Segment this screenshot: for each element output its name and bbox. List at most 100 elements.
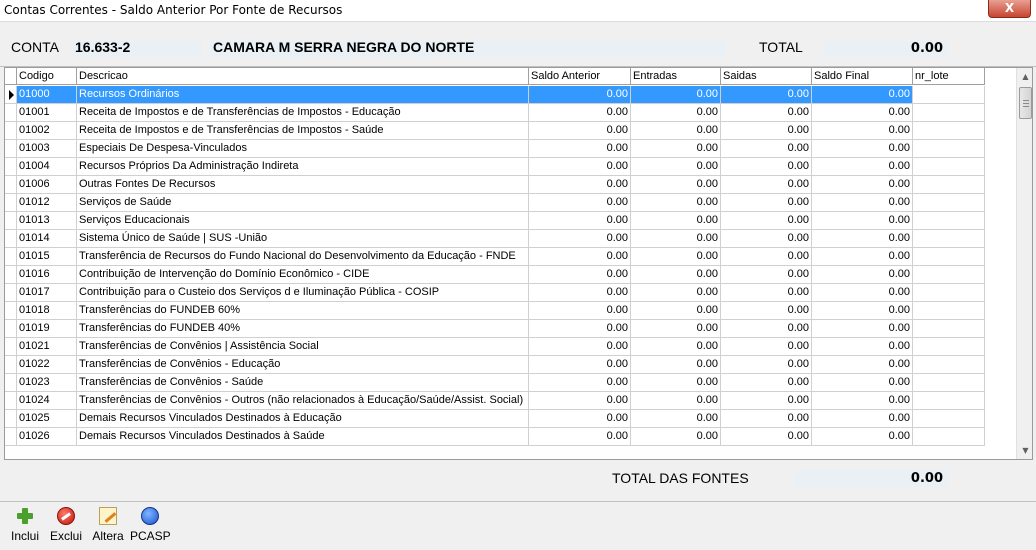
col-codigo-cell[interactable]: 01002 bbox=[17, 122, 77, 140]
col-saidas-header[interactable]: Saidas bbox=[721, 68, 812, 85]
fontes-grid[interactable]: Codigo Descricao Saldo Anterior Entradas Sai… bbox=[4, 67, 1033, 460]
col-saldo-anterior-cell[interactable]: 0.00 bbox=[529, 338, 631, 356]
table-row[interactable]: 01021 Transferências de Convênios | Assis… bbox=[5, 338, 985, 356]
col-nr-lote-cell[interactable] bbox=[913, 140, 985, 158]
col-saldo-anterior-cell[interactable]: 0.00 bbox=[529, 392, 631, 410]
col-codigo-cell[interactable]: 01013 bbox=[17, 212, 77, 230]
col-descricao-cell[interactable]: Transferências de Convênios | Assistênci… bbox=[77, 338, 529, 356]
col-saldo-final-cell[interactable]: 0.00 bbox=[812, 356, 913, 374]
col-nr-lote-cell[interactable] bbox=[913, 356, 985, 374]
col-descricao-cell[interactable]: Receita de Impostos e de Transferências … bbox=[77, 122, 529, 140]
col-nr-lote-cell[interactable] bbox=[913, 230, 985, 248]
col-entradas-cell[interactable]: 0.00 bbox=[631, 428, 721, 446]
col-descricao-cell[interactable]: Contribuição para o Custeio dos Serviços… bbox=[77, 284, 529, 302]
col-saldo-anterior-cell[interactable]: 0.00 bbox=[529, 320, 631, 338]
col-nr-lote-cell[interactable] bbox=[913, 338, 985, 356]
col-descricao-cell[interactable]: Serviços de Saúde bbox=[77, 194, 529, 212]
col-nr-lote-cell[interactable] bbox=[913, 122, 985, 140]
col-descricao-header[interactable]: Descricao bbox=[77, 68, 529, 85]
col-saldo-anterior-cell[interactable]: 0.00 bbox=[529, 122, 631, 140]
col-descricao-cell[interactable]: Sistema Único de Saúde | SUS -União bbox=[77, 230, 529, 248]
col-entradas-cell[interactable]: 0.00 bbox=[631, 302, 721, 320]
col-saldo-anterior-cell[interactable]: 0.00 bbox=[529, 356, 631, 374]
col-saldo-anterior-cell[interactable]: 0.00 bbox=[529, 428, 631, 446]
col-codigo-cell[interactable]: 01022 bbox=[17, 356, 77, 374]
col-saldo-final-cell[interactable]: 0.00 bbox=[812, 140, 913, 158]
col-codigo-cell[interactable]: 01003 bbox=[17, 140, 77, 158]
col-saldo-anterior-cell[interactable]: 0.00 bbox=[529, 410, 631, 428]
scroll-down-icon[interactable]: ▼ bbox=[1017, 442, 1032, 459]
col-saldo-final-cell[interactable]: 0.00 bbox=[812, 428, 913, 446]
table-row[interactable]: 01015 Transferência de Recursos do Fundo … bbox=[5, 248, 985, 266]
col-nr-lote-cell[interactable] bbox=[913, 176, 985, 194]
col-saldo-anterior-cell[interactable]: 0.00 bbox=[529, 176, 631, 194]
col-entradas-cell[interactable]: 0.00 bbox=[631, 320, 721, 338]
col-descricao-cell[interactable]: Demais Recursos Vinculados Destinados à … bbox=[77, 428, 529, 446]
col-nr-lote-cell[interactable] bbox=[913, 428, 985, 446]
col-codigo-cell[interactable]: 01025 bbox=[17, 410, 77, 428]
col-entradas-cell[interactable]: 0.00 bbox=[631, 158, 721, 176]
col-saldo-final-header[interactable]: Saldo Final bbox=[812, 68, 913, 85]
col-saldo-anterior-cell[interactable]: 0.00 bbox=[529, 158, 631, 176]
scroll-thumb[interactable] bbox=[1019, 87, 1032, 119]
col-saldo-final-cell[interactable]: 0.00 bbox=[812, 212, 913, 230]
scroll-up-icon[interactable]: ▲ bbox=[1017, 68, 1032, 85]
col-entradas-cell[interactable]: 0.00 bbox=[631, 356, 721, 374]
col-descricao-cell[interactable]: Transferências do FUNDEB 60% bbox=[77, 302, 529, 320]
table-row[interactable]: 01026 Demais Recursos Vinculados Destinad… bbox=[5, 428, 985, 446]
col-entradas-cell[interactable]: 0.00 bbox=[631, 338, 721, 356]
col-saldo-final-cell[interactable]: 0.00 bbox=[812, 338, 913, 356]
col-nr-lote-cell[interactable] bbox=[913, 104, 985, 122]
col-saldo-final-cell[interactable]: 0.00 bbox=[812, 374, 913, 392]
col-saidas-cell[interactable]: 0.00 bbox=[721, 428, 812, 446]
col-saldo-anterior-cell[interactable]: 0.00 bbox=[529, 374, 631, 392]
col-saldo-anterior-cell[interactable]: 0.00 bbox=[529, 212, 631, 230]
col-descricao-cell[interactable]: Outras Fontes De Recursos bbox=[77, 176, 529, 194]
col-saldo-anterior-cell[interactable]: 0.00 bbox=[529, 194, 631, 212]
col-saidas-cell[interactable]: 0.00 bbox=[721, 122, 812, 140]
col-saidas-cell[interactable]: 0.00 bbox=[721, 338, 812, 356]
col-descricao-cell[interactable]: Recursos Ordinários bbox=[77, 86, 529, 104]
col-entradas-cell[interactable]: 0.00 bbox=[631, 410, 721, 428]
table-row[interactable]: 01024 Transferências de Convênios - Outro… bbox=[5, 392, 985, 410]
col-saldo-anterior-cell[interactable]: 0.00 bbox=[529, 266, 631, 284]
table-row[interactable]: 01022 Transferências de Convênios - Educa… bbox=[5, 356, 985, 374]
col-descricao-cell[interactable]: Transferências de Convênios - Saúde bbox=[77, 374, 529, 392]
col-saldo-final-cell[interactable]: 0.00 bbox=[812, 248, 913, 266]
col-entradas-cell[interactable]: 0.00 bbox=[631, 230, 721, 248]
col-entradas-cell[interactable]: 0.00 bbox=[631, 176, 721, 194]
col-saldo-final-cell[interactable]: 0.00 bbox=[812, 302, 913, 320]
col-entradas-cell[interactable]: 0.00 bbox=[631, 248, 721, 266]
col-entradas-cell[interactable]: 0.00 bbox=[631, 374, 721, 392]
col-entradas-cell[interactable]: 0.00 bbox=[631, 284, 721, 302]
exclui-button[interactable]: Exclui bbox=[48, 507, 84, 547]
col-saldo-anterior-cell[interactable]: 0.00 bbox=[529, 140, 631, 158]
close-button[interactable]: X bbox=[988, 0, 1031, 18]
col-descricao-cell[interactable]: Recursos Próprios Da Administração Indir… bbox=[77, 158, 529, 176]
col-nr-lote-cell[interactable] bbox=[913, 194, 985, 212]
col-saidas-cell[interactable]: 0.00 bbox=[721, 410, 812, 428]
col-saidas-cell[interactable]: 0.00 bbox=[721, 230, 812, 248]
col-saidas-cell[interactable]: 0.00 bbox=[721, 212, 812, 230]
col-saldo-anterior-cell[interactable]: 0.00 bbox=[529, 230, 631, 248]
col-saldo-final-cell[interactable]: 0.00 bbox=[812, 122, 913, 140]
col-nr-lote-cell[interactable] bbox=[913, 410, 985, 428]
col-codigo-cell[interactable]: 01015 bbox=[17, 248, 77, 266]
col-codigo-cell[interactable]: 01014 bbox=[17, 230, 77, 248]
col-descricao-cell[interactable]: Transferências do FUNDEB 40% bbox=[77, 320, 529, 338]
col-nr-lote-cell[interactable] bbox=[913, 320, 985, 338]
col-nr-lote-cell[interactable] bbox=[913, 248, 985, 266]
col-descricao-cell[interactable]: Transferência de Recursos do Fundo Nacio… bbox=[77, 248, 529, 266]
col-saidas-cell[interactable]: 0.00 bbox=[721, 104, 812, 122]
col-saldo-anterior-cell[interactable]: 0.00 bbox=[529, 284, 631, 302]
table-row[interactable]: 01016 Contribuição de Intervenção do Domí… bbox=[5, 266, 985, 284]
col-saldo-final-cell[interactable]: 0.00 bbox=[812, 86, 913, 104]
col-saldo-final-cell[interactable]: 0.00 bbox=[812, 176, 913, 194]
col-entradas-cell[interactable]: 0.00 bbox=[631, 266, 721, 284]
col-descricao-cell[interactable]: Transferências de Convênios - Outros (nã… bbox=[77, 392, 529, 410]
col-saidas-cell[interactable]: 0.00 bbox=[721, 194, 812, 212]
col-entradas-cell[interactable]: 0.00 bbox=[631, 392, 721, 410]
col-codigo-cell[interactable]: 01016 bbox=[17, 266, 77, 284]
col-codigo-cell[interactable]: 01000 bbox=[17, 86, 77, 104]
table-row[interactable]: 01017 Contribuição para o Custeio dos Ser… bbox=[5, 284, 985, 302]
